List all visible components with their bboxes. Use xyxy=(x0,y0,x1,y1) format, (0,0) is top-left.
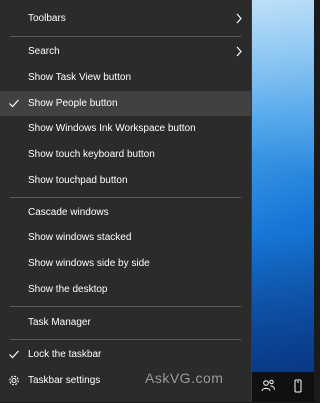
menu-item-label: Show People button xyxy=(28,98,118,109)
menu-item-label: Cascade windows xyxy=(28,207,109,218)
menu-item-label: Task Manager xyxy=(28,317,91,328)
menu-item-label: Toolbars xyxy=(28,13,66,24)
menu-item-search[interactable]: Search xyxy=(0,39,251,64)
menu-item-label: Show touch keyboard button xyxy=(28,149,155,160)
checkmark-icon xyxy=(8,342,20,367)
menu-item-show-the-desktop[interactable]: Show the desktop xyxy=(0,277,251,302)
menu-item-show-task-view-button[interactable]: Show Task View button xyxy=(0,65,251,90)
menu-item-show-windows-stacked[interactable]: Show windows stacked xyxy=(0,225,251,250)
menu-item-label: Show windows stacked xyxy=(28,232,132,243)
menu-separator xyxy=(10,197,241,198)
menu-item-cascade-windows[interactable]: Cascade windows xyxy=(0,200,251,225)
gear-icon xyxy=(8,368,20,393)
touch-keyboard-icon[interactable] xyxy=(290,378,306,394)
watermark: AskVG.com xyxy=(145,370,224,386)
menu-separator xyxy=(10,339,241,340)
menu-item-label: Search xyxy=(28,46,60,57)
menu-item-label: Taskbar settings xyxy=(28,375,101,386)
menu-separator xyxy=(10,36,241,37)
menu-separator xyxy=(10,306,241,307)
menu-item-lock-the-taskbar[interactable]: Lock the taskbar xyxy=(0,342,251,367)
menu-item-label: Show Windows Ink Workspace button xyxy=(28,123,196,134)
menu-item-label: Show Task View button xyxy=(28,72,132,83)
menu-item-show-people-button[interactable]: Show People button xyxy=(0,91,251,116)
menu-item-task-manager[interactable]: Task Manager xyxy=(0,310,251,335)
menu-item-toolbars[interactable]: Toolbars xyxy=(0,6,251,31)
menu-item-show-windows-side-by-side[interactable]: Show windows side by side xyxy=(0,251,251,276)
menu-item-show-windows-ink-workspace-button[interactable]: Show Windows Ink Workspace button xyxy=(0,116,251,141)
menu-item-label: Lock the taskbar xyxy=(28,349,102,360)
menu-item-label: Show windows side by side xyxy=(28,258,150,269)
menu-item-show-touchpad-button[interactable]: Show touchpad button xyxy=(0,168,251,193)
checkmark-icon xyxy=(8,91,20,116)
chevron-right-icon xyxy=(234,39,244,64)
chevron-right-icon xyxy=(234,6,244,31)
taskbar-context-menu: Toolbars Search Show Task View button Sh… xyxy=(0,0,252,402)
desktop-wallpaper xyxy=(252,0,314,372)
taskbar xyxy=(252,372,314,402)
people-icon[interactable] xyxy=(260,378,276,394)
menu-item-show-touch-keyboard-button[interactable]: Show touch keyboard button xyxy=(0,142,251,167)
wallpaper-shade xyxy=(252,235,314,372)
menu-item-label: Show touchpad button xyxy=(28,175,128,186)
menu-item-label: Show the desktop xyxy=(28,284,108,295)
